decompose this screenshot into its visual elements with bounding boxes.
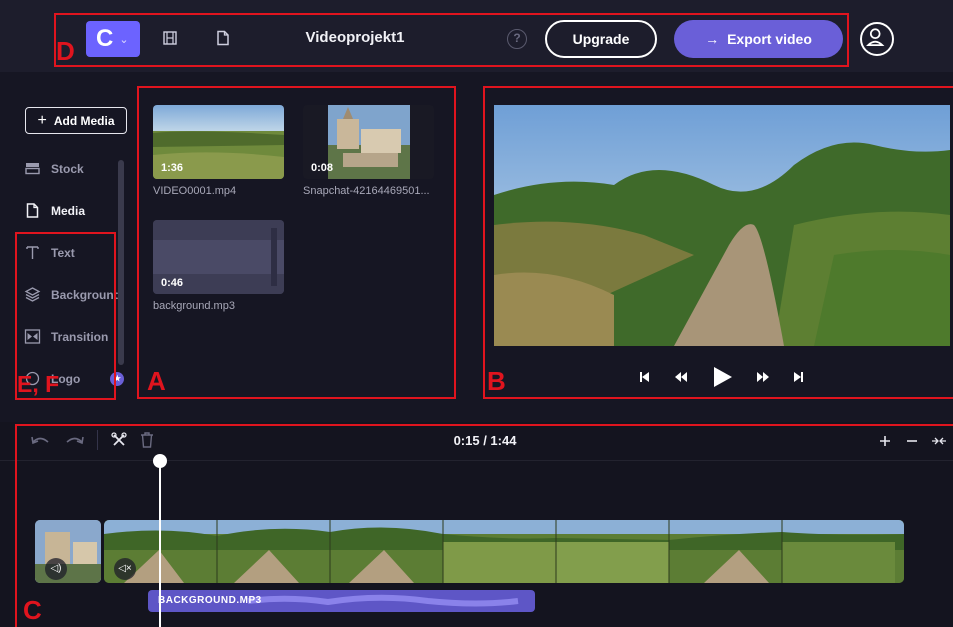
annotation-label-c: C [23,595,42,625]
stock-icon [25,163,40,175]
editor-window: C ⌄ Videoprojekt1 ? Upgrade → Export vid… [0,0,953,627]
add-media-label: Add Media [53,113,115,128]
sidebar-item-stock[interactable]: Stock [24,160,84,177]
annotation-label-b: B [487,366,506,396]
add-media-button[interactable]: + Add Media [25,107,127,134]
annotation-label-a: A [147,366,166,396]
annotation-box-c [15,424,953,627]
sidebar-scrollbar[interactable] [118,160,124,365]
plus-icon: + [37,111,47,129]
media-file-icon [26,203,39,218]
annotation-box-b [483,86,953,399]
sidebar-item-media[interactable]: Media [24,202,85,219]
sidebar-item-label: Media [51,203,86,218]
annotation-label-ef: E, F [17,371,60,397]
sidebar-item-label: Stock [51,161,84,176]
user-avatar-icon[interactable] [860,22,894,56]
annotation-box-d [54,13,849,67]
annotation-label-d: D [56,36,75,66]
annotation-box-a [137,86,456,399]
